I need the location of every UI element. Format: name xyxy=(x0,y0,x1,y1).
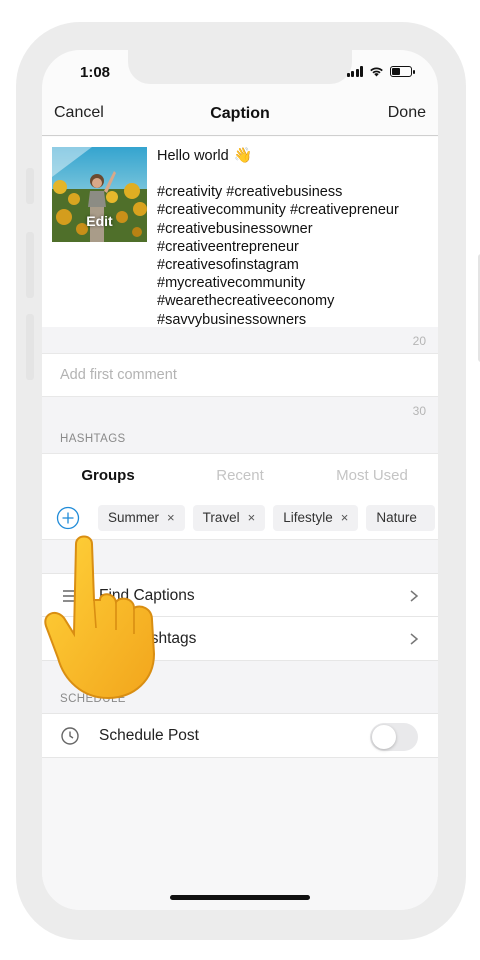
hashtag-line: #creativity #creativebusiness xyxy=(157,184,343,201)
caption-greeting: Hello world xyxy=(157,148,229,164)
chip-label: Lifestyle xyxy=(283,510,333,525)
tab-most-used[interactable]: Most Used xyxy=(306,454,438,496)
hashtag-line: #creativesofinstagram xyxy=(157,257,299,274)
comment-counter: 30 xyxy=(412,404,426,418)
tab-recent[interactable]: Recent xyxy=(174,454,306,496)
waving-hand-emoji: 👋 xyxy=(233,147,253,164)
battery-icon xyxy=(390,66,415,77)
caption-editor[interactable]: Edit Hello world 👋 #creativity #creative… xyxy=(42,137,438,327)
chip-label: Travel xyxy=(202,510,240,525)
hashtags-section-label: HASHTAGS xyxy=(60,433,126,445)
schedule-post-row: Schedule Post xyxy=(42,713,438,758)
post-thumbnail[interactable]: Edit xyxy=(52,147,147,242)
chevron-right-icon xyxy=(410,633,419,645)
remove-chip-icon[interactable]: × xyxy=(248,510,256,525)
chip-label: Nature xyxy=(376,510,417,525)
phone-screen: 1:08 Cancel Caption Done Edit Hello worl… xyxy=(42,50,438,910)
hashtag-line: #mycreativecommunity xyxy=(157,275,306,292)
remove-chip-icon[interactable]: × xyxy=(341,510,349,525)
hashtag-line: #creativecommunity #creativepreneur xyxy=(157,202,399,219)
cellular-signal-icon xyxy=(346,66,363,77)
chip-label: Summer xyxy=(108,510,160,525)
notch xyxy=(128,50,352,84)
caption-counter: 20 xyxy=(412,334,426,348)
hashtag-tabs: Groups Recent Most Used xyxy=(42,453,438,497)
empty-area xyxy=(42,758,438,910)
plus-circle-icon[interactable] xyxy=(56,506,80,530)
schedule-post-label: Schedule Post xyxy=(99,727,199,744)
hashtag-line: #wearethecreativeeconomy xyxy=(157,293,335,310)
wifi-icon xyxy=(370,67,383,77)
nav-bar: Cancel Caption Done xyxy=(42,90,438,136)
first-comment-row xyxy=(42,353,438,397)
schedule-toggle[interactable] xyxy=(370,723,418,751)
first-comment-input[interactable] xyxy=(60,367,420,383)
hashtag-chip-travel[interactable]: Travel × xyxy=(192,504,266,531)
pointing-hand-icon xyxy=(44,535,156,700)
caption-text[interactable]: Hello world 👋 #creativity #creativebusin… xyxy=(157,147,433,327)
volume-down-button xyxy=(26,314,34,380)
toggle-knob xyxy=(372,725,396,749)
home-indicator[interactable] xyxy=(170,895,310,900)
hashtag-line: #creativeentrepreneur xyxy=(157,238,299,255)
done-button[interactable]: Done xyxy=(388,104,426,122)
volume-up-button xyxy=(26,232,34,298)
caption-counter-band: 20 xyxy=(42,327,438,353)
status-icons xyxy=(346,66,415,77)
hashtag-chip-summer[interactable]: Summer × xyxy=(98,504,185,531)
chevron-right-icon xyxy=(410,590,419,602)
status-time: 1:08 xyxy=(80,64,111,81)
hashtags-header-band: 30 HASHTAGS xyxy=(42,397,438,453)
hashtag-line: #savvybusinessowners xyxy=(157,311,307,327)
clock-icon xyxy=(61,727,79,745)
hashtag-line: #creativebusinessowner xyxy=(157,220,313,237)
edit-photo-label[interactable]: Edit xyxy=(52,213,147,229)
tab-groups[interactable]: Groups xyxy=(42,454,174,496)
hashtag-chip-nature[interactable]: Nature xyxy=(366,504,435,531)
hashtag-chip-lifestyle[interactable]: Lifestyle × xyxy=(273,504,359,531)
mute-switch xyxy=(26,168,34,204)
remove-chip-icon[interactable]: × xyxy=(167,510,175,525)
page-title: Caption xyxy=(210,105,270,122)
